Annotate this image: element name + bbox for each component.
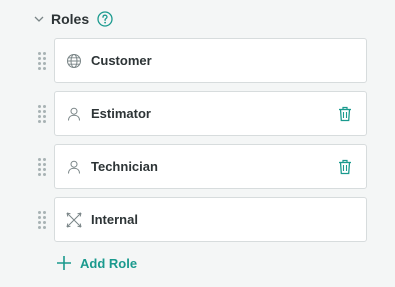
role-card[interactable]: Technician [54, 144, 367, 189]
role-row-internal: Internal [34, 197, 367, 242]
add-role-button[interactable]: Add Role [55, 253, 137, 273]
role-row-customer: Customer [34, 38, 367, 83]
add-role-label: Add Role [80, 255, 138, 271]
role-card[interactable]: Internal [54, 197, 367, 242]
role-row-technician: Technician [34, 144, 367, 189]
role-label: Technician [91, 159, 158, 174]
role-label: Internal [91, 212, 138, 227]
roles-panel: Roles Customer Estimator Technician Inte… [0, 0, 395, 287]
trash-icon[interactable] [336, 105, 354, 123]
plus-icon [55, 254, 73, 272]
drag-handle[interactable] [38, 105, 46, 123]
drag-handle[interactable] [38, 158, 46, 176]
role-row-estimator: Estimator [34, 91, 367, 136]
role-label: Estimator [91, 106, 151, 121]
section-title: Roles [51, 11, 90, 27]
chevron-down-icon[interactable] [33, 13, 45, 25]
roles-section-header[interactable]: Roles [33, 9, 113, 29]
question-circle-icon[interactable] [97, 11, 113, 27]
user-icon [65, 158, 83, 176]
cross-arrows-icon [65, 211, 83, 229]
drag-handle[interactable] [38, 211, 46, 229]
user-icon [65, 105, 83, 123]
drag-handle[interactable] [38, 52, 46, 70]
globe-icon [65, 52, 83, 70]
role-card[interactable]: Estimator [54, 91, 367, 136]
role-card[interactable]: Customer [54, 38, 367, 83]
role-label: Customer [91, 53, 152, 68]
trash-icon[interactable] [336, 158, 354, 176]
